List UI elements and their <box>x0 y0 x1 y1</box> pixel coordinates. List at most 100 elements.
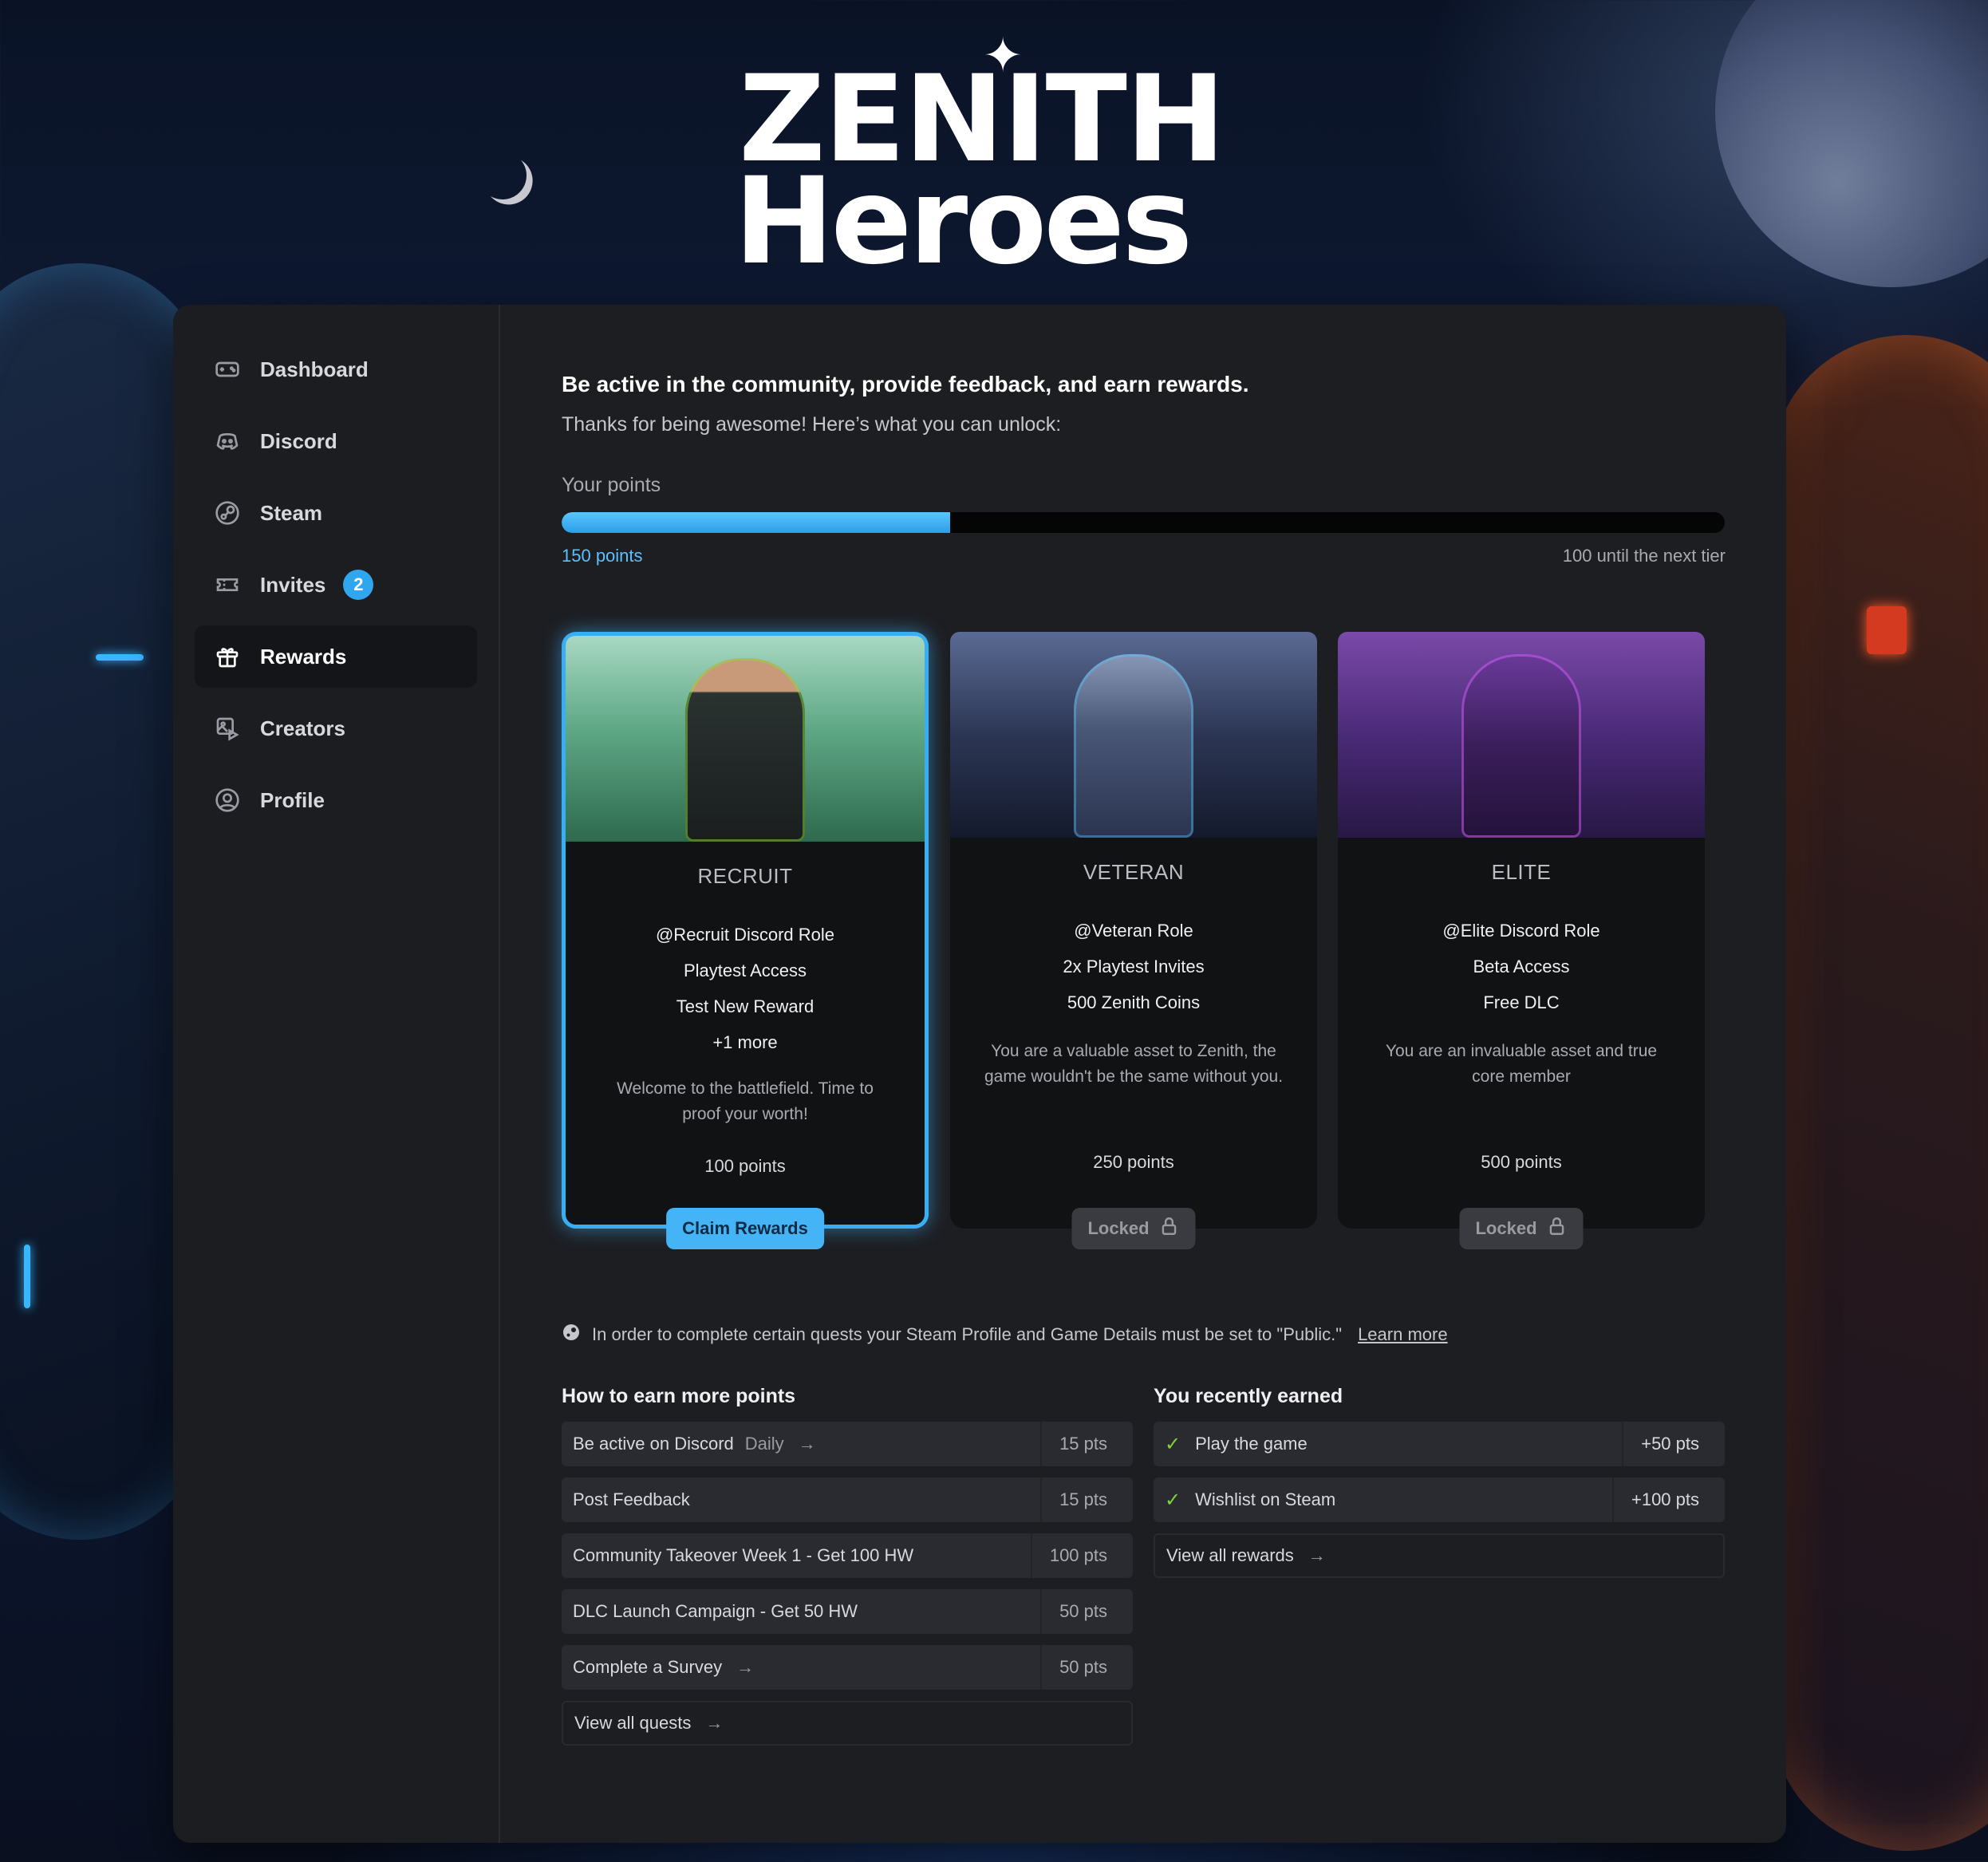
button-label: Claim Rewards <box>682 1218 808 1238</box>
tier-perks: @Recruit Discord Role Playtest Access Te… <box>566 917 925 1060</box>
background-glow <box>1867 606 1907 654</box>
quest-row[interactable]: Be active on Discord Daily → 15 pts <box>562 1422 1133 1466</box>
quest-points: 100 pts <box>1030 1533 1107 1578</box>
ticket-icon <box>214 571 241 598</box>
tier-points: 500 points <box>1481 1152 1562 1172</box>
sidebar-item-invites[interactable]: Invites 2 <box>195 554 477 616</box>
gamepad-icon <box>214 356 241 383</box>
tier-perk: @Recruit Discord Role <box>655 925 835 945</box>
checkmark-icon: ✓ <box>1165 1489 1181 1511</box>
tier-points: 250 points <box>1093 1152 1174 1172</box>
tier-perk: Test New Reward <box>676 996 815 1016</box>
sidebar-item-label: Creators <box>260 716 345 740</box>
page-subtitle: Thanks for being awesome! Here’s what yo… <box>562 413 1062 436</box>
tier-perk: @Elite Discord Role <box>1442 921 1600 941</box>
button-label: Locked <box>1087 1218 1150 1238</box>
sidebar-item-steam[interactable]: Steam <box>195 482 477 544</box>
background-moon <box>469 142 537 210</box>
steam-icon <box>562 1323 581 1347</box>
discord-icon <box>214 428 241 455</box>
tier-title: ELITE <box>1491 860 1552 884</box>
quest-points: 15 pts <box>1040 1422 1107 1466</box>
claim-rewards-button[interactable]: Claim Rewards <box>666 1208 824 1249</box>
tier-card-recruit: RECRUIT @Recruit Discord Role Playtest A… <box>562 632 929 1249</box>
sidebar-item-label: Profile <box>260 787 325 812</box>
quest-row[interactable]: DLC Launch Campaign - Get 50 HW 50 pts <box>562 1589 1133 1634</box>
background-planet <box>1715 0 1988 287</box>
background-glow <box>24 1245 30 1308</box>
locked-button[interactable]: Locked <box>1459 1208 1584 1249</box>
tier-perk-more[interactable]: +1 more <box>566 1024 925 1060</box>
hero-figure <box>1074 654 1193 838</box>
tier-description: You are a valuable asset to Zenith, the … <box>984 1042 1284 1086</box>
points-progress-bar <box>562 512 1725 533</box>
tier-image <box>950 632 1317 838</box>
sidebar-item-label: Invites <box>260 572 326 597</box>
tier-perk: Beta Access <box>1473 957 1570 976</box>
sidebar-item-creators[interactable]: Creators <box>195 697 477 759</box>
arrow-right-icon: → <box>705 1713 724 1733</box>
tier-perk: Playtest Access <box>683 961 807 980</box>
game-logo: ✦ ZENITH Heroes <box>734 32 1229 282</box>
button-label: Locked <box>1475 1218 1537 1238</box>
hero-figure <box>685 658 805 842</box>
sidebar-item-label: Discord <box>260 428 337 453</box>
quest-points: 50 pts <box>1040 1645 1107 1690</box>
learn-more-link[interactable]: Learn more <box>1358 1324 1448 1345</box>
quest-label: Be active on Discord <box>573 1434 734 1454</box>
points-progress-fill <box>562 512 950 533</box>
link-label: View all rewards <box>1166 1545 1294 1565</box>
points-label: Your points <box>562 474 661 496</box>
tier-perk: 2x Playtest Invites <box>1063 957 1205 976</box>
quests-title: How to earn more points <box>562 1385 796 1407</box>
sidebar-item-dashboard[interactable]: Dashboard <box>195 338 477 400</box>
quest-points: 50 pts <box>1040 1589 1107 1634</box>
tier-title: VETERAN <box>1083 860 1185 884</box>
tier-perks: @Veteran Role 2x Playtest Invites 500 Ze… <box>950 913 1317 1020</box>
earned-row: ✓ Play the game +50 pts <box>1154 1422 1725 1466</box>
page-title: Be active in the community, provide feed… <box>562 372 1249 396</box>
checkmark-icon: ✓ <box>1165 1433 1181 1455</box>
sidebar-item-label: Rewards <box>260 644 347 669</box>
quest-label: Post Feedback <box>573 1489 690 1509</box>
hero-figure <box>1461 654 1581 838</box>
earned-list: ✓ Play the game +50 pts ✓ Wishlist on St… <box>1154 1422 1725 1589</box>
tier-description: You are an invaluable asset and true cor… <box>1385 1042 1658 1086</box>
link-label: View all quests <box>574 1713 692 1733</box>
quest-row[interactable]: Post Feedback 15 pts <box>562 1477 1133 1522</box>
invites-count-badge: 2 <box>343 570 374 600</box>
tier-card-veteran: VETERAN @Veteran Role 2x Playtest Invite… <box>950 632 1317 1249</box>
view-all-rewards-link[interactable]: View all rewards → <box>1154 1533 1725 1578</box>
earned-label: Wishlist on Steam <box>1195 1489 1336 1509</box>
quest-row[interactable]: Community Takeover Week 1 - Get 100 HW 1… <box>562 1533 1133 1578</box>
arrow-right-icon: → <box>798 1434 816 1454</box>
arrow-right-icon: → <box>736 1657 755 1677</box>
points-until-next-tier: 100 until the next tier <box>1562 546 1726 566</box>
notice-text: In order to complete certain quests your… <box>592 1324 1343 1344</box>
sidebar-item-profile[interactable]: Profile <box>195 769 477 831</box>
tier-image <box>566 636 925 842</box>
earned-title: You recently earned <box>1154 1385 1343 1407</box>
quest-frequency-tag: Daily <box>744 1434 784 1454</box>
tier-description: Welcome to the battlefield. Time to proo… <box>617 1079 874 1123</box>
logo-subtitle: Heroes <box>734 152 1193 291</box>
sidebar-item-rewards[interactable]: Rewards <box>195 625 477 688</box>
tier-image <box>1338 632 1705 838</box>
sidebar-item-label: Dashboard <box>260 357 369 381</box>
view-all-quests-link[interactable]: View all quests → <box>562 1701 1133 1746</box>
locked-button[interactable]: Locked <box>1071 1208 1196 1249</box>
earned-label: Play the game <box>1195 1434 1308 1454</box>
quest-row[interactable]: Complete a Survey → 50 pts <box>562 1645 1133 1690</box>
gift-icon <box>214 643 241 670</box>
sidebar-item-discord[interactable]: Discord <box>195 410 477 472</box>
user-circle-icon <box>214 787 241 814</box>
background-robot-right <box>1771 335 1988 1851</box>
points-current: 150 points <box>562 546 643 566</box>
app-panel: Dashboard Discord Steam Invites 2 Reward… <box>173 305 1786 1843</box>
tier-perk: @Veteran Role <box>1074 921 1193 941</box>
lock-icon <box>1547 1216 1568 1241</box>
earned-points: +50 pts <box>1622 1422 1699 1466</box>
tier-title: RECRUIT <box>697 864 793 888</box>
arrow-right-icon: → <box>1308 1545 1326 1565</box>
tier-points: 100 points <box>704 1156 786 1176</box>
